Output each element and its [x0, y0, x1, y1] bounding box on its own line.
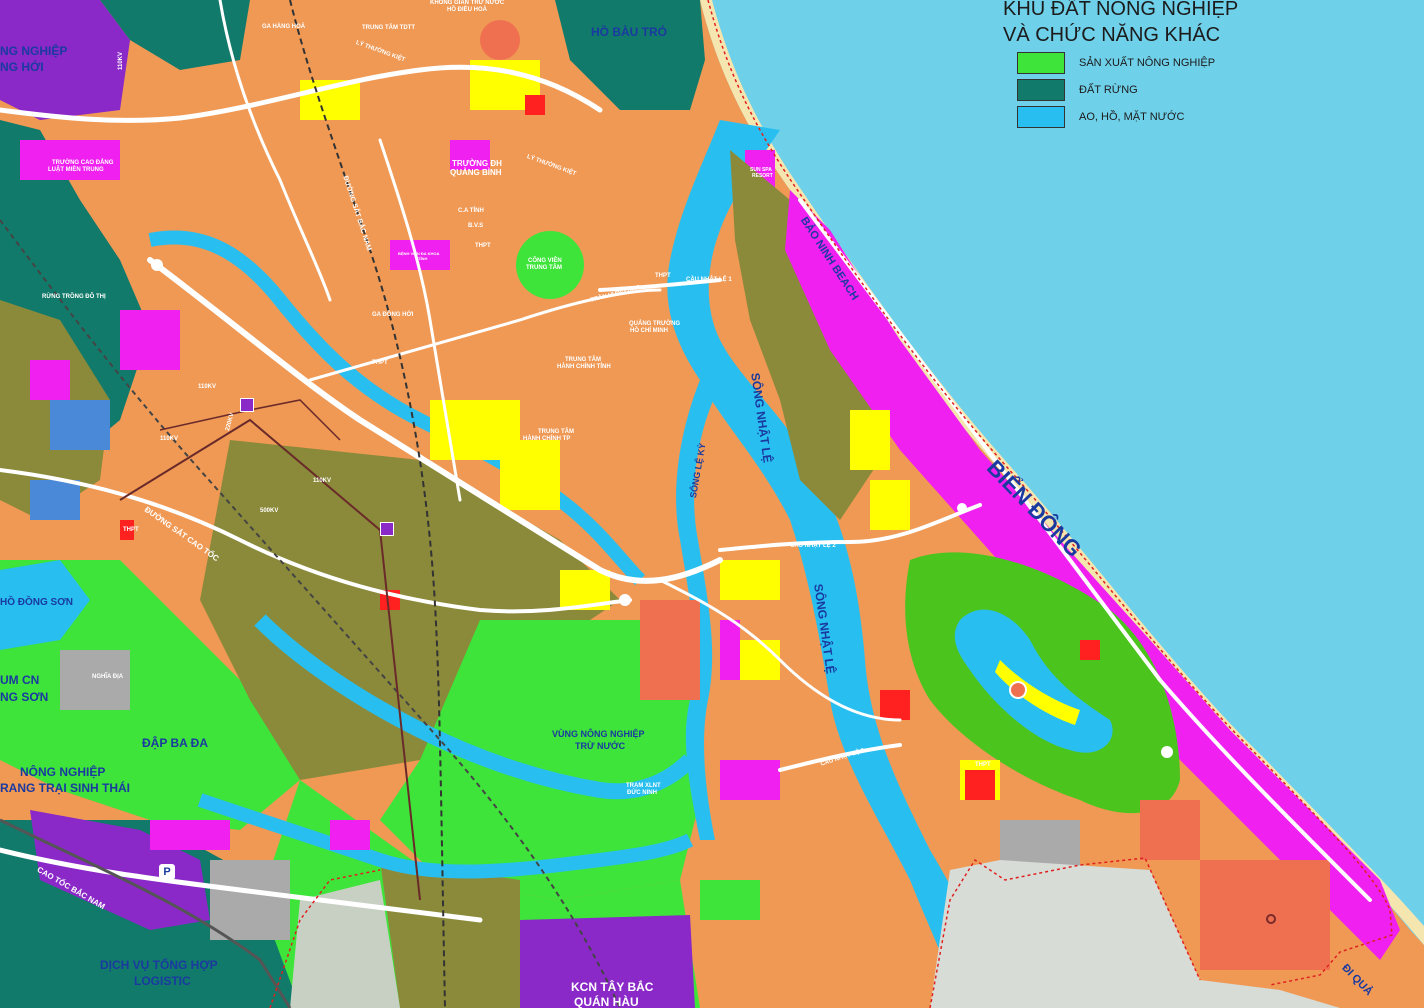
label-tt-hanh-chinh-tp-1: TRUNG TÂM [538, 429, 574, 435]
orange-block [1140, 800, 1200, 860]
poi-marker-icon [1266, 914, 1276, 924]
mixed-block [150, 820, 230, 850]
orange-block [1200, 860, 1330, 970]
yellow-block [500, 440, 560, 510]
label-tram-xlnt-1: TRẠM XLNT [626, 783, 661, 789]
label-cau-nhat-le-1: CẦU NHẬT LỆ 1 [686, 277, 732, 283]
label-thpt-2: THPT [372, 360, 388, 366]
substation-icon [380, 522, 394, 536]
label-khong-gian-1: KHÔNG GIAN TRỮ NƯỚC [430, 0, 505, 6]
label-nghiep-hoi-2: NG HỚI [0, 60, 44, 74]
roundabout [151, 259, 163, 271]
label-tt-hanh-chinh-tp-2: HÀNH CHÍNH TP [523, 436, 571, 442]
roundabout [1161, 746, 1173, 758]
label-thpt-4: THPT [655, 273, 671, 279]
label-cong-vien-1: CÔNG VIÊN [528, 258, 562, 264]
legend-swatch [1017, 106, 1065, 128]
label-quang-truong-1: QUẢNG TRƯỜNG [629, 321, 681, 327]
label-dich-vu-1: DỊCH VỤ TỔNG HỢP [100, 958, 218, 972]
red-block [525, 95, 545, 115]
label-kcn-1: KCN TÂY BẮC [571, 980, 654, 994]
label-cau-nhat-le-2: CẦU NHẬT LỆ 2 [790, 543, 836, 549]
label-khong-gian-2: HỒ ĐIỀU HOÀ [447, 7, 488, 13]
label-benh-vien-2: TỈNH [418, 256, 428, 261]
red-block [880, 690, 910, 720]
red-block [1080, 640, 1100, 660]
planning-map[interactable]: KHU ĐẤT NÔNG NGHIỆP VÀ CHỨC NĂNG KHÁC SẢ… [0, 0, 1424, 1008]
legend-item-agriculture: SẢN XUẤT NÔNG NGHIỆP [1017, 52, 1215, 74]
blue-block [50, 400, 110, 450]
olive-south [380, 860, 520, 1008]
label-tram-xlnt-2: ĐỨC NINH [627, 790, 657, 796]
label-vung-nong-nghiep-2: TRỪ NƯỚC [575, 741, 626, 751]
label-truong-cao-dang-1: TRƯỜNG CAO ĐẲNG [52, 160, 114, 166]
regulation-lake [480, 20, 520, 60]
grey-block [210, 860, 290, 940]
red-block [965, 770, 995, 800]
label-nong-nghiep-2: RANG TRẠI SINH THÁI [0, 781, 130, 795]
label-tt-hanh-chinh-tinh-1: TRUNG TÂM [565, 357, 601, 363]
green-block [700, 880, 760, 920]
substation-icon [240, 398, 254, 412]
label-nong-nghiep-1: NÔNG NGHIỆP [20, 765, 106, 779]
label-ga-dong-hoi: GA ĐỒNG HỚI [372, 312, 414, 318]
label-ho-bau-tro: HỒ BÀU TRÓ [591, 25, 667, 39]
mixed-block [720, 620, 740, 680]
label-tt-hanh-chinh-tinh-2: HÀNH CHÍNH TỈNH [557, 364, 611, 370]
label-rung-trong: RỪNG TRỒNG ĐÔ THỊ [42, 294, 106, 300]
legend-label: ĐẤT RỪNG [1079, 84, 1138, 96]
parking-icon: P [159, 864, 175, 880]
label-sun-spa-2: RESORT [752, 173, 773, 179]
mixed-block [30, 360, 70, 400]
mixed-block [330, 820, 370, 850]
yellow-block [850, 410, 890, 470]
label-nghia-dia: NGHĨA ĐỊA [92, 674, 124, 680]
legend-item-forest: ĐẤT RỪNG [1017, 79, 1138, 101]
legend-label: SẢN XUẤT NÔNG NGHIỆP [1079, 57, 1216, 69]
roundabout [1009, 681, 1027, 699]
label-thpt-5: THPT [975, 762, 991, 768]
legend-swatch [1017, 52, 1065, 74]
label-thpt-3: THPT [123, 527, 139, 533]
blue-block [30, 480, 80, 520]
label-dich-vu-2: LOGISTIC [134, 974, 191, 988]
label-thpt-1: THPT [475, 243, 491, 249]
label-quang-truong-2: HỒ CHÍ MINH [630, 328, 668, 334]
label-bvs: B.V.S [468, 223, 484, 229]
label-cum-cn-2: NG SƠN [0, 690, 49, 704]
label-110kv-4: 110KV [118, 51, 124, 70]
mixed-block [720, 760, 780, 800]
roundabout [619, 594, 631, 606]
mixed-block [120, 310, 180, 370]
label-ca-tinh: C.A TỈNH [458, 208, 484, 214]
label-kcn-2: QUÁN HÀU [574, 995, 639, 1008]
legend-swatch [1017, 79, 1065, 101]
label-110kv-3: 110KV [313, 478, 332, 484]
yellow-block [740, 640, 780, 680]
label-110kv-2: 110KV [160, 436, 179, 442]
legend-title-line2: VÀ CHỨC NĂNG KHÁC [1003, 24, 1221, 46]
label-110kv-1: 110KV [198, 384, 217, 390]
label-ga-hang-hoa: GA HÀNG HOÁ [262, 24, 306, 30]
label-truong-dh-1: TRƯỜNG ĐH [452, 159, 502, 168]
orange-block [640, 600, 700, 700]
label-truong-cao-dang-2: LUẬT MIỀN TRUNG [48, 167, 104, 173]
label-ho-dong-son: HỒ ĐỒNG SƠN [0, 597, 73, 608]
label-vung-nong-nghiep-1: VÙNG NÔNG NGHIỆP [552, 729, 645, 739]
label-trung-tam-tdtt: TRUNG TÂM TDTT [362, 25, 415, 31]
legend-title: KHU ĐẤT NÔNG NGHIỆP VÀ CHỨC NĂNG KHÁC [1003, 0, 1238, 48]
label-truong-dh-2: QUẢNG BÌNH [450, 168, 502, 177]
label-nghiep-hoi-1: NG NGHIỆP [0, 44, 68, 58]
roundabout [957, 503, 967, 513]
legend-item-water: AO, HỒ, MẶT NƯỚC [1017, 106, 1184, 128]
label-dap-ba-da: ĐẬP BA ĐA [142, 736, 209, 750]
yellow-block [720, 560, 780, 600]
map-canvas [0, 0, 1424, 1008]
label-cong-vien-2: TRUNG TÂM [526, 265, 562, 271]
yellow-block [870, 480, 910, 530]
legend-title-line1: KHU ĐẤT NÔNG NGHIỆP [1003, 0, 1239, 20]
legend-label: AO, HỒ, MẶT NƯỚC [1079, 111, 1185, 123]
label-cum-cn-1: UM CN [0, 673, 40, 687]
label-500kv: 500KV [260, 508, 279, 514]
